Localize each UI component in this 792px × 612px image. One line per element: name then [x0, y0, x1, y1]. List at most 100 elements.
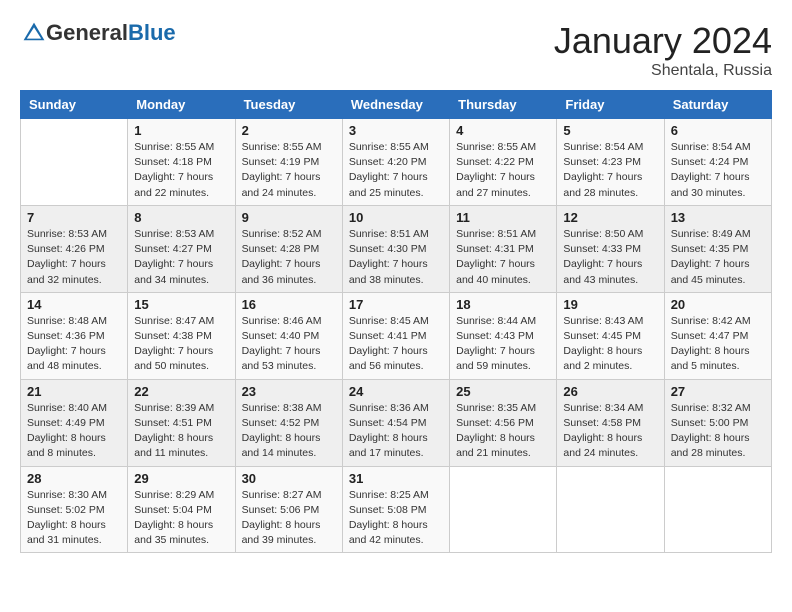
day-info: Sunrise: 8:27 AMSunset: 5:06 PMDaylight:…: [242, 488, 336, 549]
week-row-1: 1Sunrise: 8:55 AMSunset: 4:18 PMDaylight…: [21, 119, 772, 206]
day-info: Sunrise: 8:55 AMSunset: 4:18 PMDaylight:…: [134, 140, 228, 201]
calendar-cell: 4Sunrise: 8:55 AMSunset: 4:22 PMDaylight…: [450, 119, 557, 206]
day-info: Sunrise: 8:30 AMSunset: 5:02 PMDaylight:…: [27, 488, 121, 549]
calendar-cell: 23Sunrise: 8:38 AMSunset: 4:52 PMDayligh…: [235, 379, 342, 466]
calendar-cell: 3Sunrise: 8:55 AMSunset: 4:20 PMDaylight…: [342, 119, 449, 206]
day-number: 12: [563, 210, 657, 225]
weekday-header-monday: Monday: [128, 91, 235, 119]
day-number: 4: [456, 123, 550, 138]
day-info: Sunrise: 8:46 AMSunset: 4:40 PMDaylight:…: [242, 314, 336, 375]
week-row-5: 28 Sunrise: 8:30 AMSunset: 5:02 PMDayligh…: [21, 466, 772, 553]
day-info: Sunrise: 8:51 AMSunset: 4:30 PMDaylight:…: [349, 227, 443, 288]
day-number: 30: [242, 471, 336, 486]
calendar-cell: 24Sunrise: 8:36 AMSunset: 4:54 PMDayligh…: [342, 379, 449, 466]
day-number: 18: [456, 297, 550, 312]
calendar-cell: 2 Sunrise: 8:55 AMSunset: 4:19 PMDaylight…: [235, 119, 342, 206]
day-info: Sunrise: 8:25 AMSunset: 5:08 PMDaylight:…: [349, 488, 443, 549]
day-info: Sunrise: 8:53 AMSunset: 4:26 PMDaylight:…: [27, 227, 121, 288]
week-row-2: 7 Sunrise: 8:53 AMSunset: 4:26 PMDaylight…: [21, 205, 772, 292]
day-info: Sunrise: 8:34 AMSunset: 4:58 PMDaylight:…: [563, 401, 657, 462]
logo-icon: [22, 21, 46, 45]
calendar-cell: 18Sunrise: 8:44 AMSunset: 4:43 PMDayligh…: [450, 292, 557, 379]
page-header: GeneralBlue January 2024 Shentala, Russi…: [20, 20, 772, 80]
day-info: Sunrise: 8:55 AMSunset: 4:19 PMDaylight:…: [242, 140, 336, 201]
day-info: Sunrise: 8:53 AMSunset: 4:27 PMDaylight:…: [134, 227, 228, 288]
day-info: Sunrise: 8:52 AMSunset: 4:28 PMDaylight:…: [242, 227, 336, 288]
day-number: 13: [671, 210, 765, 225]
calendar-cell: 13 Sunrise: 8:49 AMSunset: 4:35 PMDayligh…: [664, 205, 771, 292]
day-info: Sunrise: 8:40 AMSunset: 4:49 PMDaylight:…: [27, 401, 121, 462]
day-info: Sunrise: 8:36 AMSunset: 4:54 PMDaylight:…: [349, 401, 443, 462]
calendar-cell: 17Sunrise: 8:45 AMSunset: 4:41 PMDayligh…: [342, 292, 449, 379]
calendar-cell: 16 Sunrise: 8:46 AMSunset: 4:40 PMDayligh…: [235, 292, 342, 379]
day-info: Sunrise: 8:54 AMSunset: 4:23 PMDaylight:…: [563, 140, 657, 201]
day-info: Sunrise: 8:39 AMSunset: 4:51 PMDaylight:…: [134, 401, 228, 462]
calendar-cell: 8 Sunrise: 8:53 AMSunset: 4:27 PMDaylight…: [128, 205, 235, 292]
title-block: January 2024 Shentala, Russia: [554, 20, 772, 80]
day-info: Sunrise: 8:49 AMSunset: 4:35 PMDaylight:…: [671, 227, 765, 288]
calendar-cell: [557, 466, 664, 553]
logo-general: General: [46, 20, 128, 45]
day-number: 31: [349, 471, 443, 486]
day-number: 19: [563, 297, 657, 312]
day-info: Sunrise: 8:42 AMSunset: 4:47 PMDaylight:…: [671, 314, 765, 375]
weekday-header-row: SundayMondayTuesdayWednesdayThursdayFrid…: [21, 91, 772, 119]
week-row-3: 14 Sunrise: 8:48 AMSunset: 4:36 PMDayligh…: [21, 292, 772, 379]
logo: GeneralBlue: [20, 20, 176, 46]
day-number: 14: [27, 297, 121, 312]
day-number: 20: [671, 297, 765, 312]
day-info: Sunrise: 8:35 AMSunset: 4:56 PMDaylight:…: [456, 401, 550, 462]
day-info: Sunrise: 8:48 AMSunset: 4:36 PMDaylight:…: [27, 314, 121, 375]
day-number: 27: [671, 384, 765, 399]
day-number: 25: [456, 384, 550, 399]
calendar-cell: 15 Sunrise: 8:47 AMSunset: 4:38 PMDayligh…: [128, 292, 235, 379]
day-info: Sunrise: 8:38 AMSunset: 4:52 PMDaylight:…: [242, 401, 336, 462]
day-info: Sunrise: 8:54 AMSunset: 4:24 PMDaylight:…: [671, 140, 765, 201]
logo-blue: Blue: [128, 20, 176, 45]
calendar-cell: 14 Sunrise: 8:48 AMSunset: 4:36 PMDayligh…: [21, 292, 128, 379]
day-number: 29: [134, 471, 228, 486]
calendar-cell: 30 Sunrise: 8:27 AMSunset: 5:06 PMDayligh…: [235, 466, 342, 553]
calendar-cell: 7 Sunrise: 8:53 AMSunset: 4:26 PMDaylight…: [21, 205, 128, 292]
day-info: Sunrise: 8:43 AMSunset: 4:45 PMDaylight:…: [563, 314, 657, 375]
calendar-cell: 21 Sunrise: 8:40 AMSunset: 4:49 PMDayligh…: [21, 379, 128, 466]
day-number: 6: [671, 123, 765, 138]
calendar-cell: 10 Sunrise: 8:51 AMSunset: 4:30 PMDayligh…: [342, 205, 449, 292]
day-number: 26: [563, 384, 657, 399]
calendar-cell: [21, 119, 128, 206]
calendar-cell: 6 Sunrise: 8:54 AMSunset: 4:24 PMDaylight…: [664, 119, 771, 206]
day-number: 21: [27, 384, 121, 399]
calendar-cell: 19 Sunrise: 8:43 AMSunset: 4:45 PMDayligh…: [557, 292, 664, 379]
day-number: 10: [349, 210, 443, 225]
day-info: Sunrise: 8:51 AMSunset: 4:31 PMDaylight:…: [456, 227, 550, 288]
calendar-cell: 12 Sunrise: 8:50 AMSunset: 4:33 PMDayligh…: [557, 205, 664, 292]
day-number: 7: [27, 210, 121, 225]
day-info: Sunrise: 8:29 AMSunset: 5:04 PMDaylight:…: [134, 488, 228, 549]
day-number: 9: [242, 210, 336, 225]
location-title: Shentala, Russia: [554, 62, 772, 80]
calendar-cell: [450, 466, 557, 553]
day-number: 22: [134, 384, 228, 399]
calendar-cell: 22 Sunrise: 8:39 AMSunset: 4:51 PMDayligh…: [128, 379, 235, 466]
day-number: 16: [242, 297, 336, 312]
weekday-header-sunday: Sunday: [21, 91, 128, 119]
day-info: Sunrise: 8:32 AMSunset: 5:00 PMDaylight:…: [671, 401, 765, 462]
day-number: 5: [563, 123, 657, 138]
day-number: 11: [456, 210, 550, 225]
calendar-cell: 27 Sunrise: 8:32 AMSunset: 5:00 PMDayligh…: [664, 379, 771, 466]
day-number: 3: [349, 123, 443, 138]
day-number: 8: [134, 210, 228, 225]
calendar-cell: 11 Sunrise: 8:51 AMSunset: 4:31 PMDayligh…: [450, 205, 557, 292]
day-info: Sunrise: 8:47 AMSunset: 4:38 PMDaylight:…: [134, 314, 228, 375]
day-number: 28: [27, 471, 121, 486]
day-number: 15: [134, 297, 228, 312]
calendar-cell: 1Sunrise: 8:55 AMSunset: 4:18 PMDaylight…: [128, 119, 235, 206]
weekday-header-saturday: Saturday: [664, 91, 771, 119]
calendar-cell: 31 Sunrise: 8:25 AMSunset: 5:08 PMDayligh…: [342, 466, 449, 553]
day-info: Sunrise: 8:50 AMSunset: 4:33 PMDaylight:…: [563, 227, 657, 288]
month-title: January 2024: [554, 20, 772, 62]
day-number: 2: [242, 123, 336, 138]
calendar-cell: 28 Sunrise: 8:30 AMSunset: 5:02 PMDayligh…: [21, 466, 128, 553]
weekday-header-friday: Friday: [557, 91, 664, 119]
calendar-cell: 29 Sunrise: 8:29 AMSunset: 5:04 PMDayligh…: [128, 466, 235, 553]
